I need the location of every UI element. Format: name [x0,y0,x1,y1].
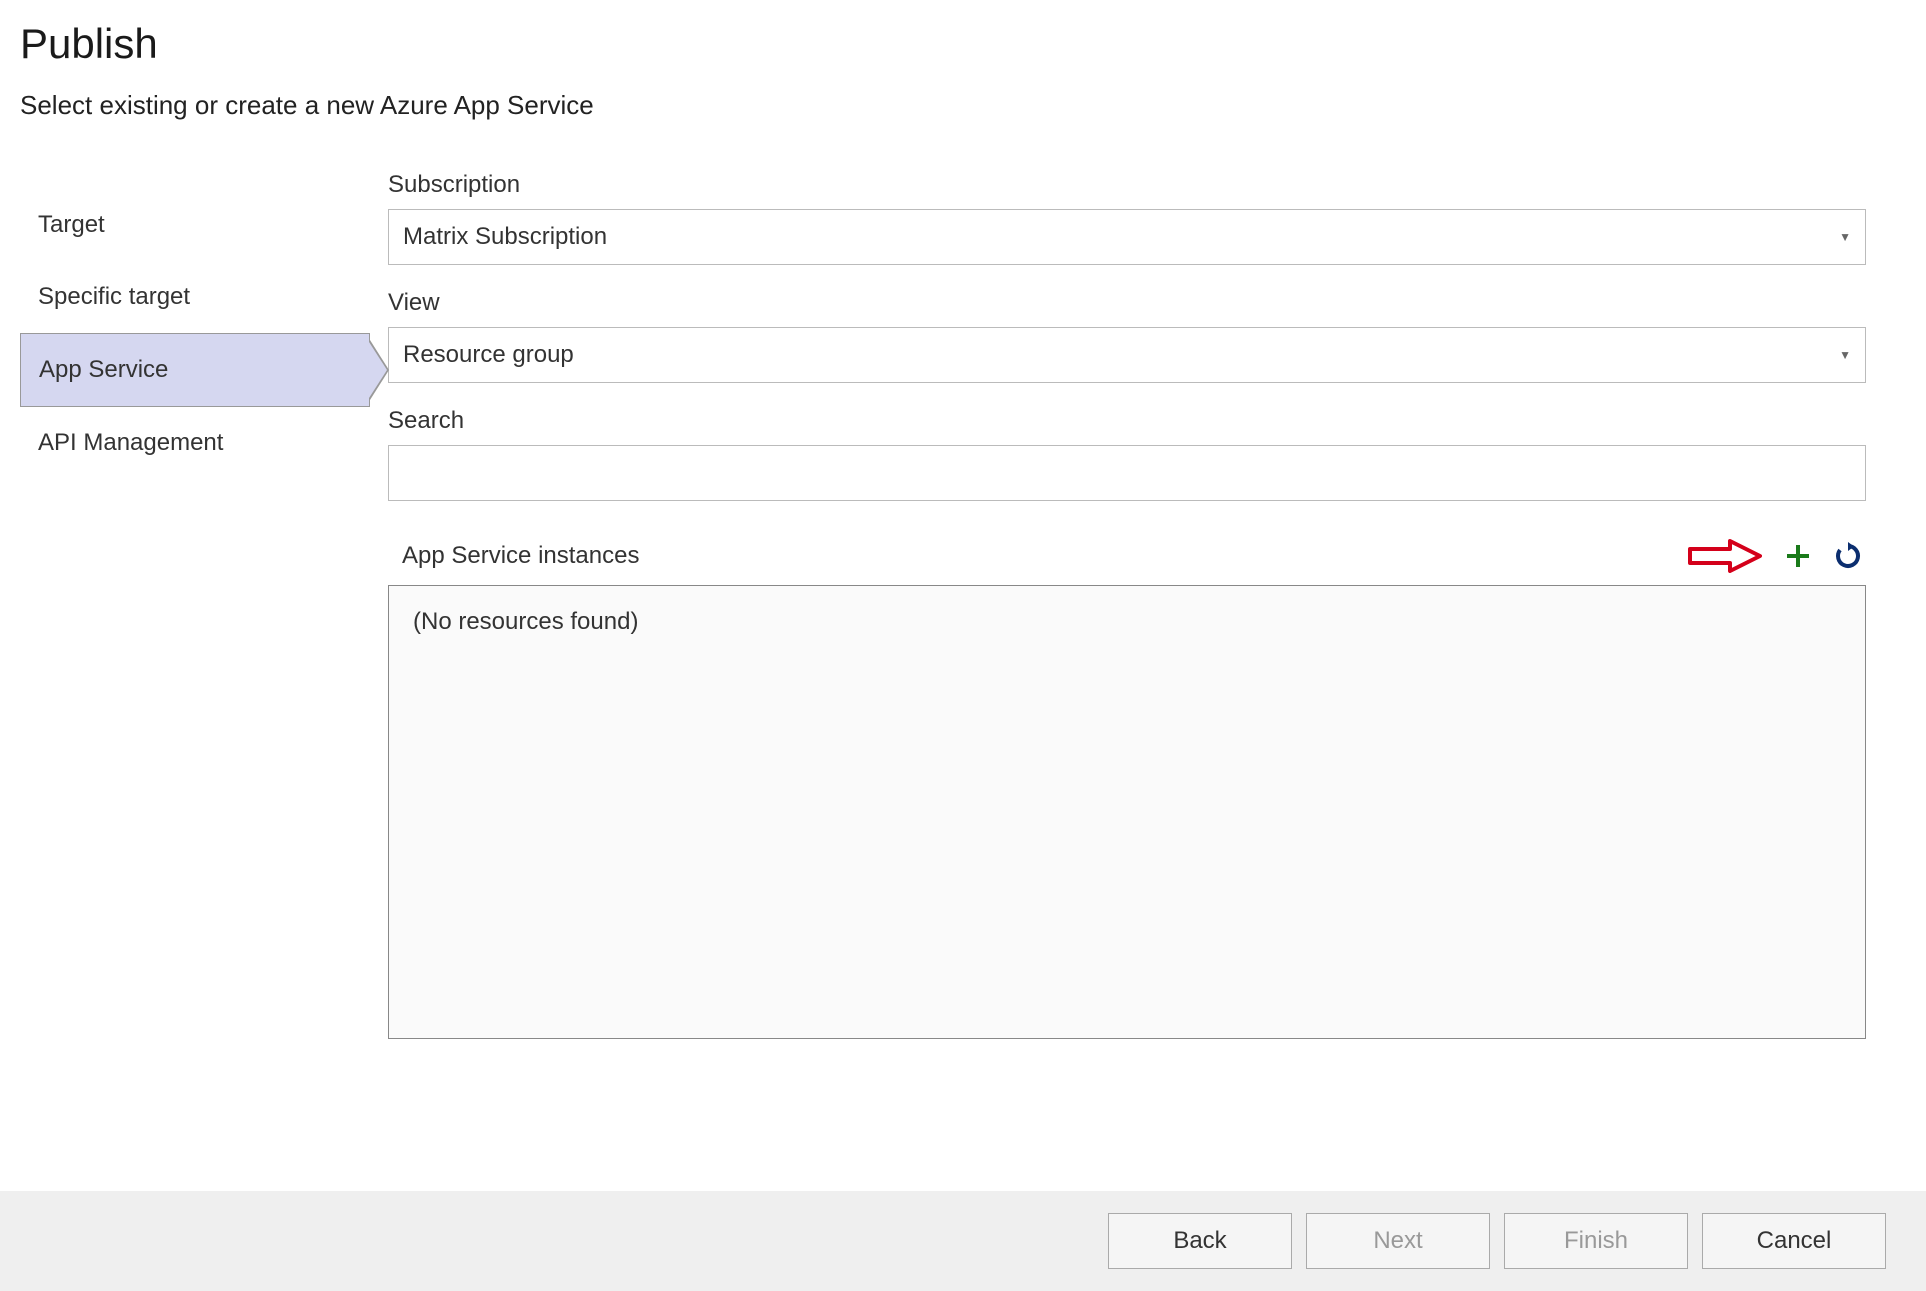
sidebar-item-app-service[interactable]: App Service [20,333,370,407]
main-content: Target Specific target App Service API M… [0,171,1926,1039]
subscription-select[interactable]: Matrix Subscription ▼ [388,209,1866,265]
sidebar-item-label: Target [38,211,105,238]
page-subtitle: Select existing or create a new Azure Ap… [20,90,1906,121]
next-button[interactable]: Next [1306,1213,1490,1269]
subscription-value: Matrix Subscription [403,223,607,251]
finish-button[interactable]: Finish [1504,1213,1688,1269]
instances-section: App Service instances [388,539,1866,1039]
view-value: Resource group [403,341,574,369]
sidebar-item-label: App Service [39,356,168,383]
search-field-group: Search [388,407,1866,501]
instances-listbox[interactable]: (No resources found) [388,585,1866,1039]
view-field-group: View Resource group ▼ [388,289,1866,383]
dialog-header: Publish Select existing or create a new … [0,0,1926,171]
instances-empty-text: (No resources found) [413,608,638,635]
instances-header: App Service instances [388,539,1866,573]
subscription-field-group: Subscription Matrix Subscription ▼ [388,171,1866,265]
dialog-footer: Back Next Finish Cancel [0,1191,1926,1291]
arrow-right-annotation-icon [1688,539,1762,573]
sidebar-item-api-management[interactable]: API Management [20,407,380,479]
instances-label: App Service instances [402,542,639,570]
search-input[interactable] [388,445,1866,501]
add-instance-button[interactable] [1784,542,1812,570]
chevron-down-icon: ▼ [1839,348,1851,362]
view-label: View [388,289,1866,317]
subscription-label: Subscription [388,171,1866,199]
refresh-button[interactable] [1834,542,1862,570]
form-content: Subscription Matrix Subscription ▼ View … [380,171,1906,1039]
back-button[interactable]: Back [1108,1213,1292,1269]
cancel-button[interactable]: Cancel [1702,1213,1886,1269]
search-label: Search [388,407,1866,435]
view-select[interactable]: Resource group ▼ [388,327,1866,383]
sidebar-item-specific-target[interactable]: Specific target [20,261,380,333]
sidebar-item-label: API Management [38,429,223,456]
sidebar-item-label: Specific target [38,283,190,310]
instances-actions [1688,539,1862,573]
page-title: Publish [20,20,1906,68]
wizard-steps-sidebar: Target Specific target App Service API M… [20,171,380,1039]
chevron-down-icon: ▼ [1839,230,1851,244]
sidebar-item-target[interactable]: Target [20,189,380,261]
